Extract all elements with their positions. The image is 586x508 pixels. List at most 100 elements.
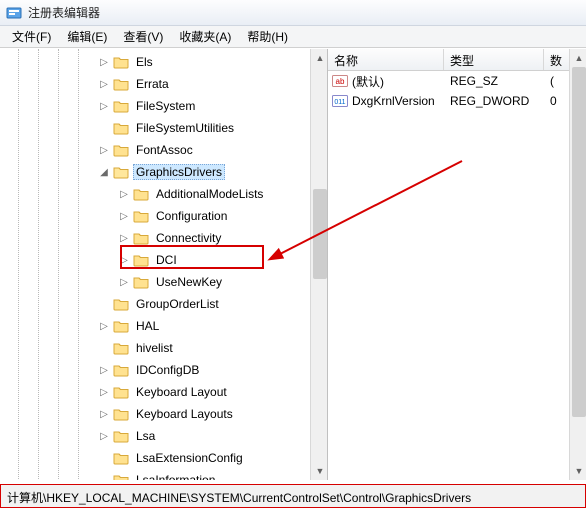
regedit-window: 注册表编辑器 文件(F) 编辑(E) 查看(V) 收藏夹(A) 帮助(H) ▷ E… (0, 0, 586, 508)
tree-node-label: GroupOrderList (133, 296, 222, 312)
tree-node[interactable]: ◢GraphicsDrivers (0, 161, 327, 183)
expand-icon[interactable]: ▷ (118, 188, 130, 200)
expand-icon[interactable]: ▷ (98, 320, 110, 332)
list-scrollbar[interactable]: ▲ ▼ (569, 49, 586, 480)
scroll-thumb[interactable] (572, 67, 586, 417)
expand-icon[interactable]: ▷ (118, 232, 130, 244)
expand-icon[interactable]: ▷ (98, 430, 110, 442)
tree-node-label: Keyboard Layout (133, 384, 230, 400)
folder-icon (133, 253, 149, 267)
tree-node-label: Lsa (133, 428, 158, 444)
scroll-up-icon[interactable]: ▲ (570, 49, 586, 67)
window-title: 注册表编辑器 (28, 4, 100, 21)
menu-edit[interactable]: 编辑(E) (59, 26, 115, 47)
tree-node[interactable]: ▷GroupOrderList (0, 293, 327, 315)
tree-node[interactable]: ▷LsaInformation (0, 469, 327, 480)
expand-icon[interactable]: ▷ (98, 144, 110, 156)
col-name-header[interactable]: 名称 (328, 49, 444, 70)
expand-icon[interactable]: ▷ (98, 100, 110, 112)
list-header: 名称 类型 数 (328, 49, 586, 71)
menu-help[interactable]: 帮助(H) (239, 26, 296, 47)
tree-node-label: LsaExtensionConfig (133, 450, 246, 466)
folder-icon (113, 363, 129, 377)
value-type: REG_SZ (444, 74, 544, 88)
title-bar: 注册表编辑器 (0, 0, 586, 26)
tree-node[interactable]: ▷ Keyboard Layout (0, 381, 327, 403)
tree-node[interactable]: ▷Keyboard Layouts (0, 403, 327, 425)
folder-icon (113, 341, 129, 355)
scroll-down-icon[interactable]: ▼ (570, 462, 586, 480)
scroll-up-icon[interactable]: ▲ (311, 49, 328, 67)
folder-icon (133, 275, 149, 289)
tree-node-label: AdditionalModeLists (153, 186, 266, 202)
tree-node-label: HAL (133, 318, 162, 334)
value-type: REG_DWORD (444, 94, 544, 108)
expand-icon[interactable]: ▷ (118, 210, 130, 222)
list-row[interactable]: ab(默认)REG_SZ( (328, 71, 586, 91)
tree-node[interactable]: ▷hivelist (0, 337, 327, 359)
app-icon (6, 5, 22, 21)
tree-node[interactable]: ▷ FileSystem (0, 95, 327, 117)
tree-node[interactable]: ▷ DCI (0, 249, 327, 271)
expand-icon[interactable]: ▷ (98, 56, 110, 68)
tree-node-label: DCI (153, 252, 180, 268)
expand-icon[interactable]: ▷ (98, 78, 110, 90)
client-area: ▷Els▷Errata▷FileSystem▷FileSystemUtiliti… (0, 48, 586, 480)
tree-node[interactable]: ▷Configuration (0, 205, 327, 227)
tree-node[interactable]: ▷ UseNewKey (0, 271, 327, 293)
expand-icon[interactable]: ▷ (98, 364, 110, 376)
tree-node-label: FontAssoc (133, 142, 196, 158)
folder-icon (133, 209, 149, 223)
status-bar: 计算机\HKEY_LOCAL_MACHINE\SYSTEM\CurrentCon… (0, 484, 586, 508)
folder-icon (113, 143, 129, 157)
menu-favorites[interactable]: 收藏夹(A) (171, 26, 239, 47)
list-body: ab(默认)REG_SZ(011DxgKrnlVersionREG_DWORD0 (328, 71, 586, 111)
list-pane[interactable]: 名称 类型 数 ab(默认)REG_SZ( 011 DxgKrnlVersion RE… (328, 49, 586, 480)
scroll-down-icon[interactable]: ▼ (311, 462, 328, 480)
tree-node-label: FileSystemUtilities (133, 120, 237, 136)
tree-scrollbar[interactable]: ▲ ▼ (310, 49, 328, 480)
tree-node[interactable]: ▷FileSystemUtilities (0, 117, 327, 139)
tree-node-label: UseNewKey (153, 274, 225, 290)
expand-icon[interactable]: ▷ (118, 276, 130, 288)
folder-icon (113, 55, 129, 69)
tree-node-label: IDConfigDB (133, 362, 202, 378)
folder-icon (113, 407, 129, 421)
collapse-icon[interactable]: ◢ (98, 166, 110, 178)
folder-icon (113, 99, 129, 113)
tree-node[interactable]: ▷Connectivity (0, 227, 327, 249)
list-row[interactable]: 011DxgKrnlVersionREG_DWORD0 (328, 91, 586, 111)
tree-node[interactable]: ▷ Errata (0, 73, 327, 95)
expand-icon[interactable]: ▷ (118, 254, 130, 266)
tree-node[interactable]: ▷ IDConfigDB (0, 359, 327, 381)
tree-node[interactable]: ▷LsaExtensionConfig (0, 447, 327, 469)
folder-icon (133, 187, 149, 201)
folder-icon (113, 451, 129, 465)
col-type-header[interactable]: 类型 (444, 49, 544, 70)
folder-icon (113, 319, 129, 333)
tree-node[interactable]: ▷ HAL (0, 315, 327, 337)
menu-file[interactable]: 文件(F) (4, 26, 59, 47)
tree-node-label: Errata (133, 76, 172, 92)
expand-icon[interactable]: ▷ (98, 386, 110, 398)
tree-node-label: Els (133, 54, 156, 70)
tree-node-label: LsaInformation (133, 472, 218, 480)
status-path: 计算机\HKEY_LOCAL_MACHINE\SYSTEM\CurrentCon… (7, 491, 471, 505)
tree-pane[interactable]: ▷Els▷Errata▷FileSystem▷FileSystemUtiliti… (0, 49, 328, 480)
menu-view[interactable]: 查看(V) (115, 26, 171, 47)
folder-icon (113, 297, 129, 311)
folder-icon (113, 473, 129, 480)
tree-node[interactable]: ▷ AdditionalModeLists (0, 183, 327, 205)
svg-text:011: 011 (334, 99, 345, 106)
folder-icon (113, 121, 129, 135)
tree-node[interactable]: ▷ FontAssoc (0, 139, 327, 161)
tree-node-label: FileSystem (133, 98, 198, 114)
expand-icon[interactable]: ▷ (98, 408, 110, 420)
tree-node-label: hivelist (133, 340, 176, 356)
tree-node[interactable]: ▷ Els (0, 51, 327, 73)
scroll-thumb[interactable] (313, 189, 327, 279)
folder-icon (113, 429, 129, 443)
tree-inner: ▷Els▷Errata▷FileSystem▷FileSystemUtiliti… (0, 49, 327, 480)
value-name: DxgKrnlVersion (352, 94, 435, 108)
tree-node[interactable]: ▷ Lsa (0, 425, 327, 447)
